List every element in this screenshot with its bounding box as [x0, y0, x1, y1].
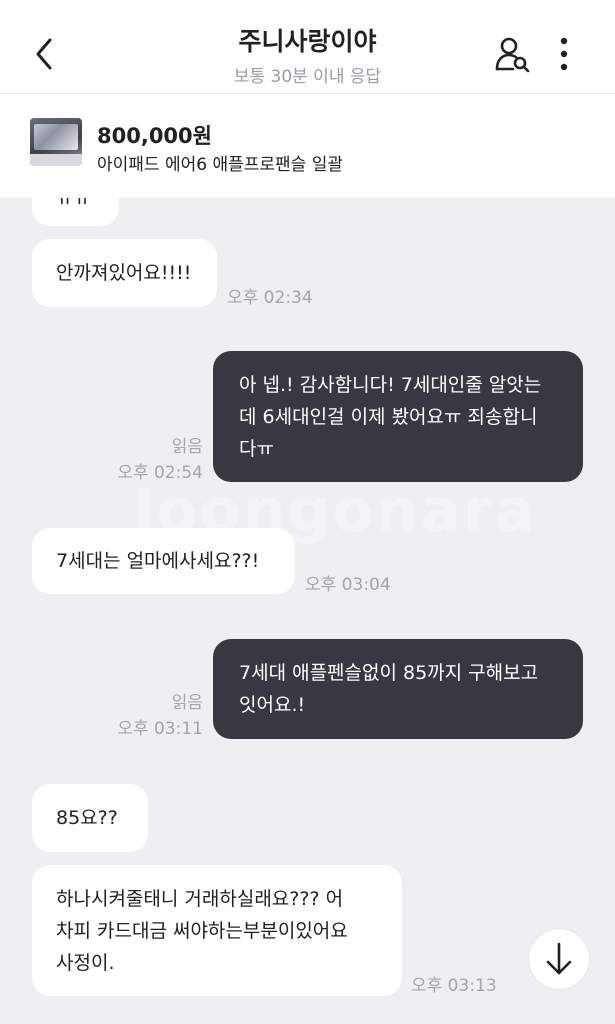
- product-title: 아이패드 에어6 애플프로팬슬 일괄: [97, 155, 343, 175]
- message-line: 아 넵.! 감사함니다! 7세대인줄 알앗는: [239, 374, 542, 396]
- read-receipt: 읽음: [171, 437, 203, 457]
- incoming-message: ㅠㅠ: [32, 198, 119, 226]
- incoming-message: 7세대는 얼마에사세요??!: [32, 528, 295, 594]
- message-line: 7세대 애플펜슬없이 85까지 구해보고: [239, 662, 539, 684]
- message-line: 다ㅠ: [239, 438, 274, 460]
- incoming-message: 하나시켜줄태니 거래하실래요??? 어 차피 카드대금 써야하는부분이있어요 사…: [32, 865, 402, 996]
- message-time: 오후 03:04: [305, 575, 391, 595]
- outgoing-message: 아 넵.! 감사함니다! 7세대인줄 알앗는 데 6세대인걸 이제 봤어요ㅠ 죄…: [213, 351, 583, 482]
- read-receipt: 읽음: [171, 693, 203, 713]
- message-list[interactable]: Joongonara ㅠㅠ 안까져있어요!!!! 오후 02:34 아 넵.! …: [0, 198, 615, 1024]
- outgoing-message: 7세대 애플펜슬없이 85까지 구해보고 잇어요.!: [213, 639, 583, 739]
- product-price: 800,000원: [97, 124, 212, 148]
- more-options-button[interactable]: [552, 34, 576, 74]
- message-line: 잇어요.!: [239, 694, 306, 716]
- message-time: 오후 02:54: [117, 463, 203, 483]
- message-line: 차피 카드대금 써야하는부분이있어요: [56, 920, 348, 942]
- more-vertical-icon: [560, 37, 568, 71]
- chat-header: 주니사랑이야 보통 30분 이내 응답: [0, 0, 615, 94]
- message-time: 오후 03:13: [411, 976, 497, 996]
- message-time: 오후 03:11: [117, 719, 203, 739]
- user-search-icon: [495, 37, 530, 73]
- incoming-message: 85요??: [32, 784, 148, 852]
- message-text: ㅠㅠ: [56, 198, 91, 210]
- profile-search-button[interactable]: [493, 34, 533, 74]
- product-thumbnail: [30, 118, 82, 166]
- incoming-message: 안까져있어요!!!!: [32, 239, 217, 307]
- message-text: 85요??: [56, 807, 118, 829]
- message-line: 하나시켜줄태니 거래하실래요??? 어: [56, 888, 344, 910]
- message-text: 안까져있어요!!!!: [56, 262, 192, 284]
- message-line: 데 6세대인걸 이제 봤어요ㅠ 죄송합니: [239, 406, 538, 428]
- message-line: 사정이.: [56, 952, 115, 974]
- message-text: 7세대는 얼마에사세요??!: [56, 550, 260, 572]
- product-info-bar[interactable]: 800,000원 아이패드 에어6 애플프로팬슬 일괄: [0, 94, 615, 198]
- scroll-to-bottom-button[interactable]: [528, 928, 590, 990]
- arrow-down-icon: [546, 942, 572, 975]
- message-time: 오후 02:34: [227, 288, 313, 308]
